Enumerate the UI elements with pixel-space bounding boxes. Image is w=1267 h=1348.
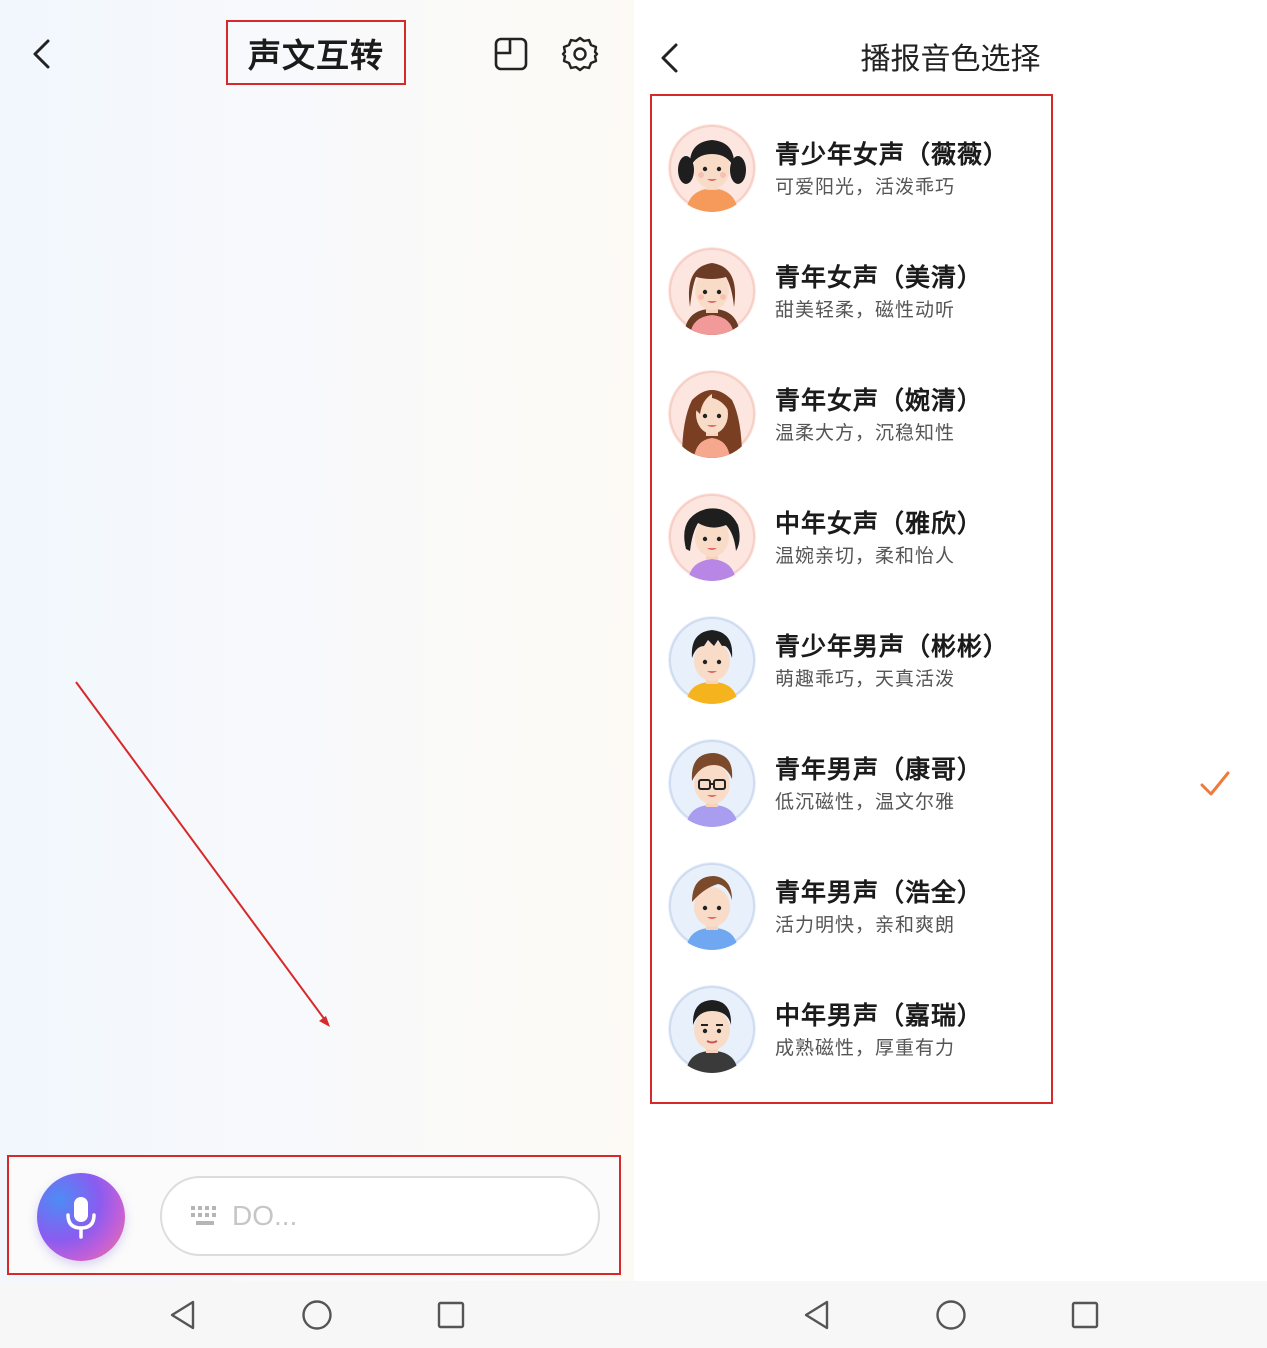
copy-icon <box>494 37 528 71</box>
voice-name: 青少年女声（薇薇） <box>775 140 1010 169</box>
system-nav-bar <box>634 1281 1267 1348</box>
boy-teen-avatar-icon <box>668 616 756 704</box>
voice-selection-screen: 播报音色选择 青少年女声（薇薇） 可爱阳光，活泼乖巧 青年女声（美清） 甜美轻柔… <box>634 0 1267 1348</box>
nav-back-button[interactable] <box>161 1293 205 1337</box>
text-input[interactable]: DO... <box>160 1176 600 1256</box>
voice-item[interactable]: 中年女声（雅欣） 温婉亲切，柔和怡人 <box>634 477 1267 600</box>
triangle-back-icon <box>170 1300 195 1329</box>
microphone-icon <box>66 1197 96 1239</box>
voice-description: 可爱阳光，活泼乖巧 <box>775 176 956 198</box>
voice-name: 中年女声（雅欣） <box>775 509 984 538</box>
voice-description: 温柔大方，沉稳知性 <box>775 422 956 444</box>
input-bar: DO... <box>7 1155 621 1275</box>
voice-description: 成熟磁性，厚重有力 <box>775 1037 956 1059</box>
square-recents-icon <box>437 1301 465 1328</box>
input-placeholder: DO... <box>232 1200 298 1231</box>
nav-recents-button[interactable] <box>1063 1293 1107 1337</box>
nav-back-button[interactable] <box>795 1293 839 1337</box>
microphone-button[interactable] <box>37 1173 125 1261</box>
voice-item[interactable]: 青年男声（浩全） 活力明快，亲和爽朗 <box>634 846 1267 969</box>
nav-recents-button[interactable] <box>429 1293 473 1337</box>
nav-home-button[interactable] <box>295 1293 339 1337</box>
page-title-row: 播报音色选择 <box>634 34 1267 78</box>
nav-home-button[interactable] <box>929 1293 973 1337</box>
young-woman-avatar-icon <box>668 247 756 335</box>
voice-item[interactable]: 青少年男声（彬彬） 萌趣乖巧，天真活泼 <box>634 600 1267 723</box>
voice-description: 活力明快，亲和爽朗 <box>775 914 956 936</box>
glasses-man-avatar-icon <box>668 739 756 827</box>
back-arrow-icon <box>33 39 50 69</box>
young-man-avatar-icon <box>668 862 756 950</box>
voice-item[interactable]: 青年女声（美清） 甜美轻柔，磁性动听 <box>634 231 1267 354</box>
circle-home-icon <box>935 1299 966 1330</box>
voice-description: 萌趣乖巧，天真活泼 <box>775 668 956 690</box>
voice-text-convert-screen: 声文互转 DO... <box>0 0 634 1348</box>
voice-description: 温婉亲切，柔和怡人 <box>775 545 956 567</box>
voice-item[interactable]: 青少年女声（薇薇） 可爱阳光，活泼乖巧 <box>634 108 1267 231</box>
copy-button[interactable] <box>489 32 533 76</box>
checkmark-icon <box>1200 771 1230 796</box>
back-button[interactable] <box>20 32 64 76</box>
keyboard-icon <box>190 1204 220 1228</box>
screen: 声文互转 DO... 播报音色选择 青少年女声（薇薇） 可爱阳光，活泼乖巧 青年… <box>0 0 1267 1348</box>
long-hair-woman-avatar-icon <box>668 370 756 458</box>
voice-name: 青年女声（美清） <box>775 263 984 292</box>
top-bar: 声文互转 <box>0 0 634 110</box>
voice-item[interactable]: 青年女声（婉清） 温柔大方，沉稳知性 <box>634 354 1267 477</box>
middle-aged-man-avatar-icon <box>668 985 756 1073</box>
page-title: 声文互转 <box>248 35 384 75</box>
gear-icon <box>561 36 599 72</box>
square-recents-icon <box>1071 1301 1098 1328</box>
page-title: 播报音色选择 <box>860 42 1041 77</box>
system-nav-bar <box>0 1281 634 1348</box>
voice-name: 中年男声（嘉瑞） <box>775 1001 984 1030</box>
settings-button[interactable] <box>558 32 602 76</box>
triangle-back-icon <box>804 1300 828 1329</box>
voice-name: 青年男声（康哥） <box>775 755 984 784</box>
voice-name: 青年男声（浩全） <box>775 878 984 907</box>
page-title-highlight: 声文互转 <box>226 20 406 85</box>
girl-teen-avatar-icon <box>668 124 756 212</box>
voice-name: 青年女声（婉清） <box>775 386 984 415</box>
middle-aged-woman-avatar-icon <box>668 493 756 581</box>
voice-description: 低沉磁性，温文尔雅 <box>775 791 956 813</box>
voice-item[interactable]: 中年男声（嘉瑞） 成熟磁性，厚重有力 <box>634 969 1267 1092</box>
voice-description: 甜美轻柔，磁性动听 <box>775 299 956 321</box>
voice-item[interactable]: 青年男声（康哥） 低沉磁性，温文尔雅 <box>634 723 1267 846</box>
voice-name: 青少年男声（彬彬） <box>775 632 1010 661</box>
circle-home-icon <box>302 1299 332 1330</box>
annotation-arrow <box>75 681 330 1027</box>
